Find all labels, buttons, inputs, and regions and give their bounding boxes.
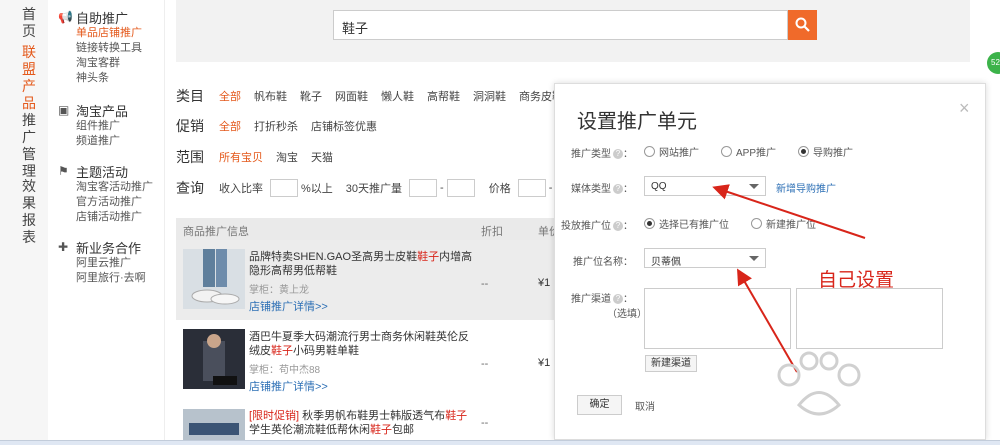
baidu-watermark [759, 335, 989, 435]
status-bar [0, 440, 1000, 445]
arrow-to-media-type [712, 184, 866, 239]
